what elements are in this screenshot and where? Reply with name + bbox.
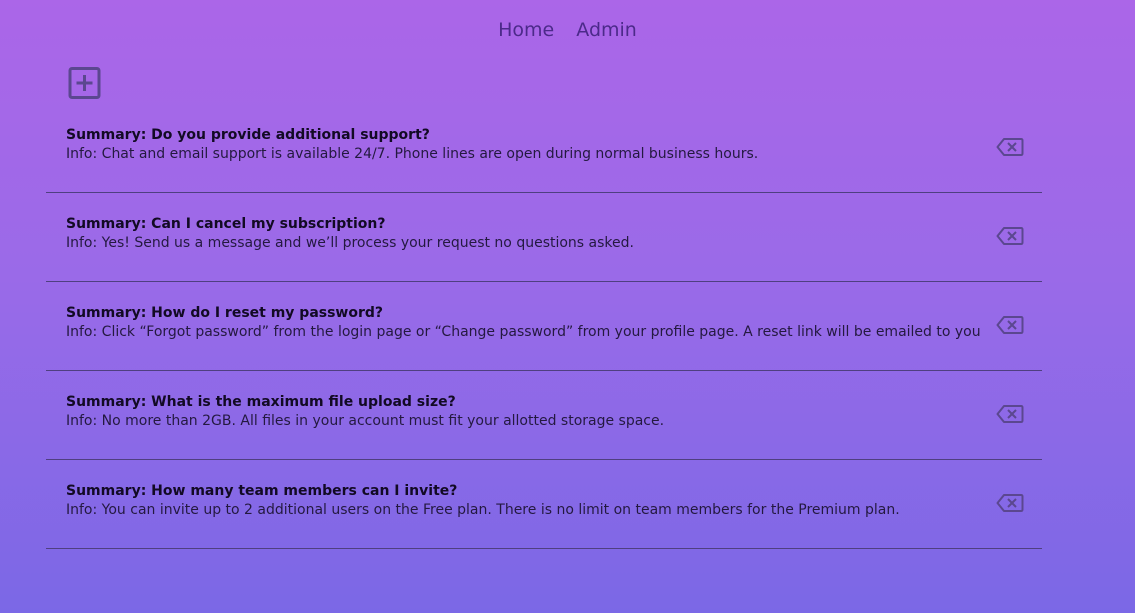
delete-faq-button[interactable] — [996, 226, 1024, 246]
faq-text: Summary: How do I reset my password? Inf… — [66, 304, 981, 342]
faq-info: Info: Chat and email support is availabl… — [66, 146, 759, 162]
faq-text: Summary: How many team members can I inv… — [66, 482, 972, 520]
faq-summary: Summary: Can I cancel my subscription? — [66, 216, 386, 232]
backspace-icon — [996, 227, 1024, 245]
faq-summary: Summary: How do I reset my password? — [66, 305, 384, 321]
faq-item: Summary: Can I cancel my subscription? I… — [46, 193, 1042, 282]
faq-item: Summary: How many team members can I inv… — [46, 460, 1042, 549]
faq-item: Summary: Do you provide additional suppo… — [46, 104, 1042, 193]
top-nav: Home Admin — [0, 19, 1135, 41]
faq-item: Summary: What is the maximum file upload… — [46, 371, 1042, 460]
faq-summary: Summary: How many team members can I inv… — [66, 483, 458, 499]
faq-list: Summary: Do you provide additional suppo… — [46, 104, 1042, 549]
faq-info: Info: Click “Forgot password” from the l… — [66, 324, 981, 340]
faq-info: Info: Yes! Send us a message and we’ll p… — [66, 235, 634, 251]
backspace-icon — [996, 138, 1024, 156]
delete-faq-button[interactable] — [996, 404, 1024, 424]
delete-faq-button[interactable] — [996, 315, 1024, 335]
faq-summary: Summary: What is the maximum file upload… — [66, 394, 456, 410]
backspace-icon — [996, 405, 1024, 423]
faq-text: Summary: Do you provide additional suppo… — [66, 126, 972, 164]
nav-link-admin[interactable]: Admin — [576, 19, 637, 41]
add-faq-button[interactable] — [68, 67, 101, 99]
faq-item: Summary: How do I reset my password? Inf… — [46, 282, 1042, 371]
faq-text: Summary: What is the maximum file upload… — [66, 393, 972, 431]
delete-faq-button[interactable] — [996, 493, 1024, 513]
faq-info: Info: You can invite up to 2 additional … — [66, 502, 900, 518]
plus-square-icon — [68, 67, 101, 99]
faq-text: Summary: Can I cancel my subscription? I… — [66, 215, 972, 253]
nav-link-home[interactable]: Home — [498, 19, 554, 41]
backspace-icon — [996, 316, 1024, 334]
backspace-icon — [996, 494, 1024, 512]
delete-faq-button[interactable] — [996, 137, 1024, 157]
faq-summary: Summary: Do you provide additional suppo… — [66, 127, 430, 143]
faq-info: Info: No more than 2GB. All files in you… — [66, 413, 665, 429]
